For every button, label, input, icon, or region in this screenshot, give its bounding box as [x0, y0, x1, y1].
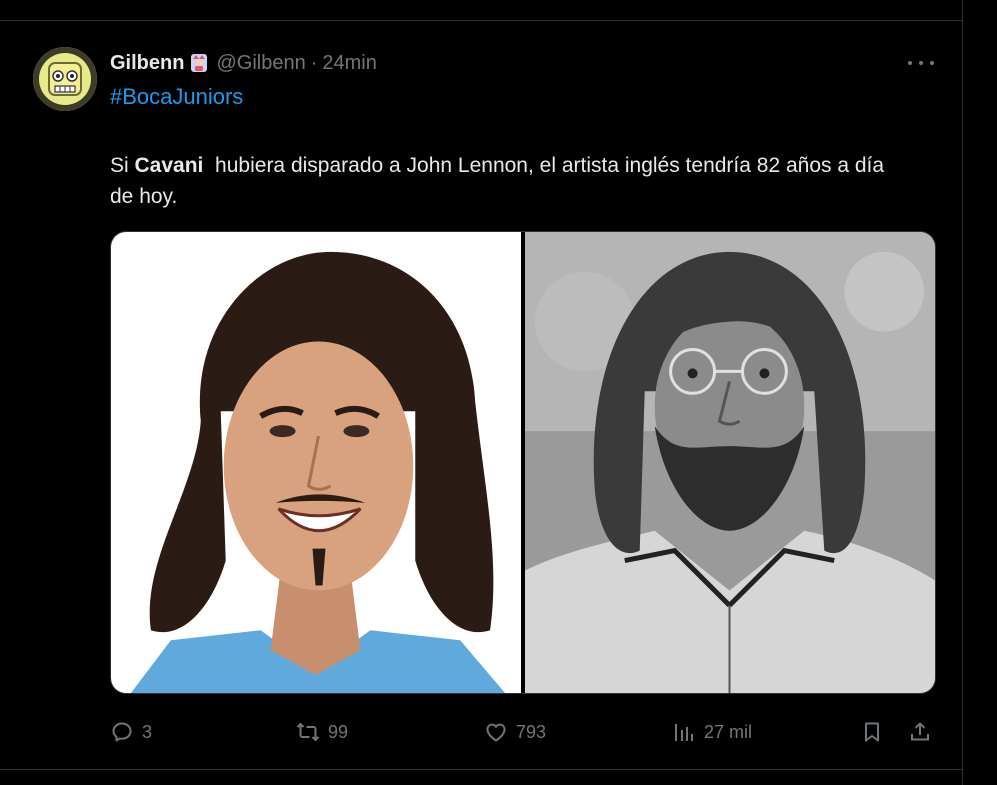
- avatar[interactable]: [33, 47, 97, 111]
- heart-icon: [486, 723, 506, 742]
- photo-bw-man-glasses-icon: [525, 232, 935, 693]
- repost-button[interactable]: 99: [296, 716, 348, 748]
- bottom-divider: [0, 769, 962, 770]
- reply-count: 3: [142, 721, 153, 742]
- right-divider: [962, 0, 963, 785]
- tweet-header: Gilbenn @Gilbenn · 24min: [110, 50, 377, 76]
- more-options-icon[interactable]: [906, 52, 936, 74]
- top-divider: [0, 20, 962, 21]
- share-button[interactable]: [908, 716, 932, 748]
- tweet-text: Si Cavani hubiera disparado a John Lenno…: [110, 150, 910, 212]
- reply-icon: [112, 722, 132, 742]
- bookmark-icon: [865, 722, 879, 742]
- avatar-face-icon: [33, 47, 97, 111]
- tweet-text-part: hubiera disparado a John Lennon, el arti…: [110, 154, 890, 208]
- bookmark-button[interactable]: [860, 716, 884, 748]
- timestamp[interactable]: 24min: [322, 52, 376, 75]
- like-count: 793: [516, 721, 547, 742]
- hashtag-link[interactable]: #BocaJuniors: [110, 84, 243, 110]
- display-name[interactable]: Gilbenn: [110, 52, 184, 75]
- views-button[interactable]: 27 mil: [672, 716, 752, 748]
- like-button[interactable]: 793: [484, 716, 546, 748]
- repost-icon: [296, 722, 320, 742]
- media-grid: [110, 231, 936, 694]
- share-icon: [911, 722, 929, 741]
- photo-smiling-man-icon: [111, 232, 521, 693]
- tweet-text-bold: Cavani: [134, 154, 204, 177]
- jester-badge-icon: [188, 52, 210, 74]
- action-bar: 3 99 793 27 mil: [110, 716, 940, 748]
- reply-button[interactable]: 3: [110, 716, 152, 748]
- handle[interactable]: @Gilbenn: [216, 52, 305, 75]
- views-count: 27 mil: [704, 721, 753, 742]
- media-photo-left[interactable]: [111, 232, 521, 693]
- tweet-text-part: Si: [110, 154, 135, 177]
- views-chart-icon: [675, 724, 693, 741]
- repost-count: 99: [328, 721, 349, 742]
- media-photo-right[interactable]: [525, 232, 935, 693]
- separator-dot: ·: [310, 51, 318, 74]
